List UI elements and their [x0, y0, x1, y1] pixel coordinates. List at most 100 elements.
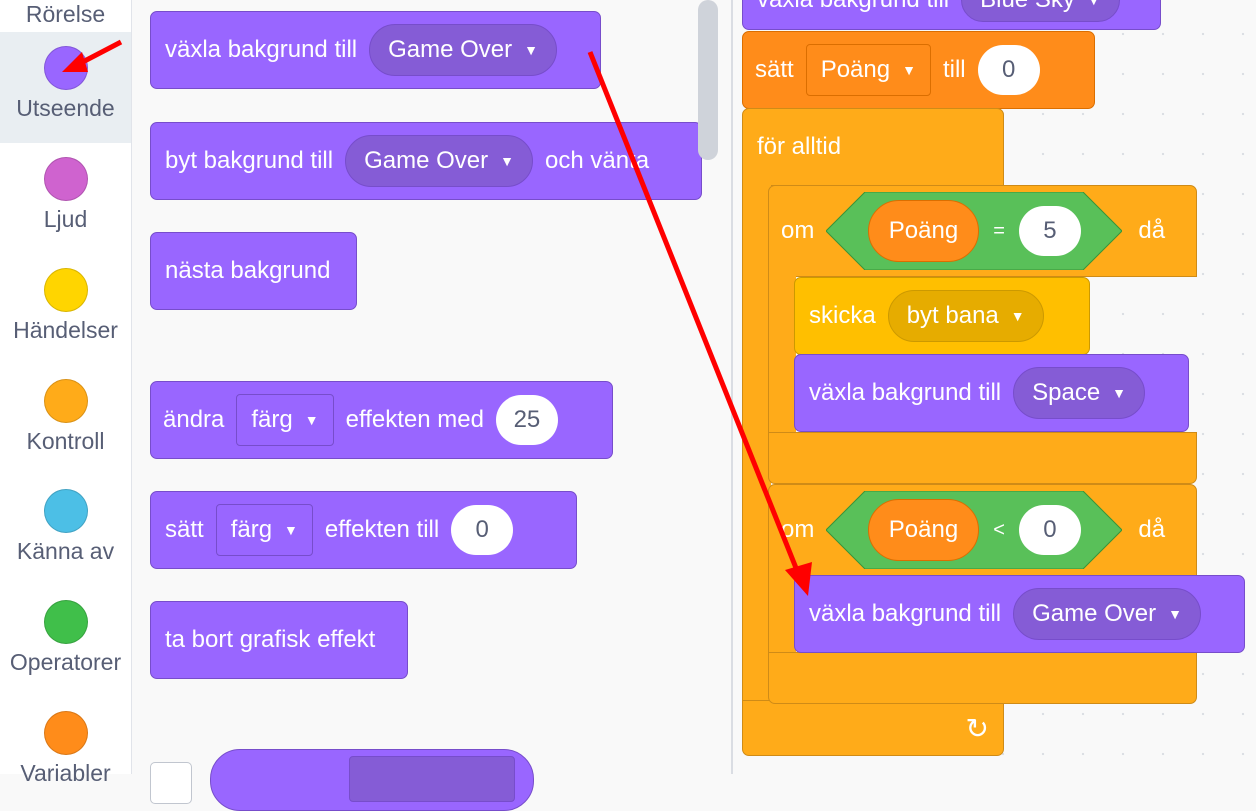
dropdown-value: byt bana: [906, 302, 999, 329]
category-operators[interactable]: Operatorer: [0, 600, 131, 676]
category-label: Utseende: [16, 95, 115, 121]
block-text: växla bakgrund till: [165, 36, 358, 63]
category-label: Händelser: [13, 317, 118, 343]
block-text: då: [1138, 516, 1166, 543]
reporter-checkbox[interactable]: [150, 762, 192, 804]
block-text: växla bakgrund till: [809, 379, 1002, 406]
switch-backdrop-gameover-block[interactable]: växla bakgrund till Game Over ▼: [794, 575, 1245, 653]
change-effect-block[interactable]: ändra färg ▼ effekten med 25: [150, 381, 613, 459]
block-palette: växla bakgrund till Game Over ▼ byt bakgr…: [132, 0, 722, 811]
block-text: om: [781, 217, 815, 244]
block-text: växla bakgrund till: [809, 600, 1002, 627]
category-sound[interactable]: Ljud: [0, 157, 131, 233]
operator-symbol: =: [993, 219, 1005, 242]
dropdown-value: Game Over: [364, 147, 489, 174]
operators-category-icon: [43, 600, 88, 644]
switch-backdrop-block-top[interactable]: växla bakgrund till Blue Sky ▼: [742, 0, 1161, 30]
caret-down-icon: ▼: [524, 42, 538, 58]
effect-amount-input[interactable]: 25: [495, 395, 558, 445]
message-dropdown[interactable]: byt bana ▼: [887, 290, 1044, 342]
less-than-operator[interactable]: Poäng < 0: [826, 491, 1123, 569]
effect-dropdown[interactable]: färg ▼: [236, 394, 334, 446]
category-looks[interactable]: Utseende: [0, 32, 131, 143]
category-control[interactable]: Kontroll: [0, 379, 131, 455]
switch-backdrop-and-wait-block[interactable]: byt bakgrund till Game Over ▼ och vänta: [150, 122, 702, 200]
backdrop-dropdown[interactable]: Game Over ▼: [345, 135, 533, 187]
block-text: nästa bakgrund: [165, 257, 331, 284]
if-arm-2: [768, 574, 796, 654]
broadcast-block[interactable]: skicka byt bana ▼: [794, 277, 1090, 355]
block-text: växla bakgrund till: [749, 0, 957, 14]
reporter-dropdown[interactable]: [349, 756, 515, 802]
loop-arrow-icon: ↻: [965, 712, 989, 744]
backdrop-dropdown[interactable]: Blue Sky ▼: [961, 0, 1120, 22]
variable-dropdown[interactable]: Poäng ▼: [805, 44, 931, 96]
dropdown-value: Space: [1032, 379, 1101, 406]
compare-value-input[interactable]: 5: [1018, 206, 1081, 256]
caret-down-icon: ▼: [500, 153, 514, 169]
palette-scrollbar[interactable]: [698, 0, 718, 160]
dropdown-value: Game Over: [388, 36, 513, 63]
caret-down-icon: ▼: [1168, 606, 1182, 622]
effect-dropdown[interactable]: färg ▼: [215, 504, 313, 556]
switch-backdrop-block[interactable]: växla bakgrund till Game Over ▼: [150, 11, 601, 89]
block-text: skicka: [809, 302, 876, 329]
equals-operator[interactable]: Poäng = 5: [826, 192, 1123, 270]
if-block-2[interactable]: om Poäng < 0 då: [768, 484, 1197, 576]
caret-down-icon: ▼: [1010, 308, 1025, 324]
block-text: om: [781, 516, 815, 543]
events-category-icon: [43, 268, 88, 312]
variable-value-input[interactable]: 0: [977, 45, 1040, 95]
block-text: till: [942, 56, 966, 83]
if-footer-1: [768, 432, 1197, 484]
dropdown-value: Game Over: [1032, 600, 1157, 627]
sound-category-icon: [43, 157, 88, 201]
category-events[interactable]: Händelser: [0, 268, 131, 344]
category-label: Känna av: [16, 538, 115, 564]
block-text: byt bakgrund till: [165, 147, 334, 174]
dropdown-value: färg: [251, 406, 293, 433]
operator-symbol: <: [993, 518, 1005, 541]
block-text: och vänta: [544, 147, 650, 174]
caret-down-icon: ▼: [1112, 385, 1127, 401]
looks-category-icon: [43, 46, 88, 90]
dropdown-value: färg: [230, 516, 273, 543]
backdrop-dropdown[interactable]: Space ▼: [1013, 367, 1146, 419]
control-category-icon: [43, 379, 88, 423]
dropdown-value: Blue Sky: [980, 0, 1075, 14]
block-text: då: [1138, 217, 1166, 244]
block-text: sätt: [755, 56, 794, 83]
category-label: Ljud: [43, 206, 88, 232]
caret-down-icon: ▼: [902, 62, 916, 78]
block-text: för alltid: [757, 133, 842, 160]
variable-reporter[interactable]: Poäng: [867, 200, 980, 262]
switch-backdrop-space-block[interactable]: växla bakgrund till Space ▼: [794, 354, 1189, 432]
effect-value-input[interactable]: 0: [451, 505, 514, 555]
next-backdrop-block[interactable]: nästa bakgrund: [150, 232, 357, 310]
set-variable-block[interactable]: sätt Poäng ▼ till 0: [742, 31, 1095, 109]
set-effect-block[interactable]: sätt färg ▼ effekten till 0: [150, 491, 577, 569]
forever-footer: ↻: [742, 700, 1004, 756]
if-arm-1: [768, 275, 796, 435]
if-block-1[interactable]: om Poäng = 5 då: [768, 185, 1197, 277]
variable-reporter[interactable]: Poäng: [867, 499, 980, 561]
sensing-category-icon: [43, 489, 88, 533]
backdrop-dropdown[interactable]: Game Over ▼: [1013, 588, 1201, 640]
block-text: sätt: [165, 516, 204, 543]
category-label: Operatorer: [9, 649, 122, 675]
category-label: Kontroll: [26, 428, 105, 454]
clear-effects-block[interactable]: ta bort grafisk effekt: [150, 601, 408, 679]
block-text: ta bort grafisk effekt: [165, 626, 376, 653]
category-label: Rörelse: [25, 1, 106, 27]
block-text: ändra: [163, 406, 225, 433]
category-sensing[interactable]: Känna av: [0, 489, 131, 565]
category-variables[interactable]: Variabler: [0, 711, 131, 787]
caret-down-icon: ▼: [284, 522, 298, 538]
backdrop-dropdown[interactable]: Game Over ▼: [369, 24, 557, 76]
script-workspace: växla bakgrund till Blue Sky ▼ sätt Poäng…: [733, 0, 1256, 774]
backdrop-reporter-block[interactable]: [210, 749, 534, 811]
category-motion[interactable]: Rörelse: [0, 0, 131, 28]
compare-value-input[interactable]: 0: [1018, 505, 1081, 555]
if-footer-2: [768, 652, 1197, 704]
block-text: effekten med: [345, 406, 484, 433]
